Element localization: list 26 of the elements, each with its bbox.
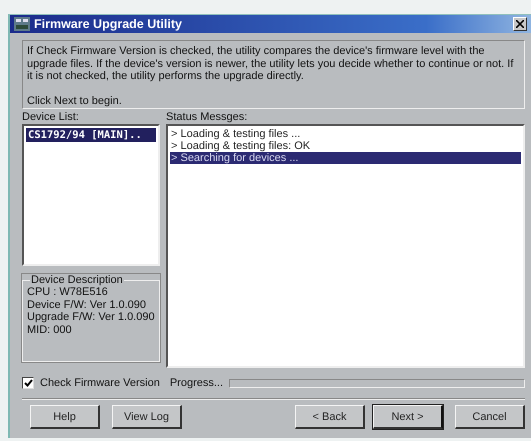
- device-item[interactable]: CS1792/94 [MAIN]..: [26, 128, 156, 142]
- dialog-button[interactable]: Next >: [373, 405, 443, 429]
- status-message[interactable]: > Loading & testing files: OK: [170, 140, 521, 152]
- dialog-button[interactable]: Cancel: [455, 405, 525, 429]
- checkmark-icon: [24, 379, 32, 387]
- group-title: Device Description: [30, 274, 124, 286]
- dialog-button[interactable]: Help: [30, 405, 100, 429]
- description-line: CPU : W78E516: [27, 286, 109, 298]
- app-icon: [14, 17, 30, 31]
- description-line: Device F/W: Ver 1.0.090: [27, 298, 148, 311]
- window-title: Firmware Upgrade Utility: [34, 17, 183, 31]
- description-line: Upgrade F/W: Ver 1.0.090: [27, 311, 155, 324]
- dialog-button[interactable]: < Back: [295, 405, 365, 429]
- prompt-text: Click Next to begin.: [27, 94, 123, 107]
- dialog-button[interactable]: View Log: [112, 405, 182, 429]
- checkbox[interactable]: [22, 377, 34, 389]
- progress-label: Progress...: [170, 376, 224, 390]
- close-button[interactable]: [513, 17, 527, 31]
- status-message[interactable]: > Loading & testing files ...: [170, 128, 521, 140]
- status-message[interactable]: > Searching for devices ...: [170, 152, 521, 164]
- status-messages-label: Status Messges:: [166, 110, 248, 124]
- close-icon: [516, 20, 524, 28]
- device-list-label: Device List:: [22, 110, 80, 124]
- description-line: MID: 000: [27, 324, 73, 336]
- instructions-text: If Check Firmware Version is checked, the utility compares the device's firmware level with the upgrade files. If the device's version is newer, the utility lets you decide whether to continue or not. If it is not checked, the utility performs the upgrade directly.: [27, 45, 514, 82]
- checkbox-label: Check Firmware Version: [40, 376, 160, 390]
